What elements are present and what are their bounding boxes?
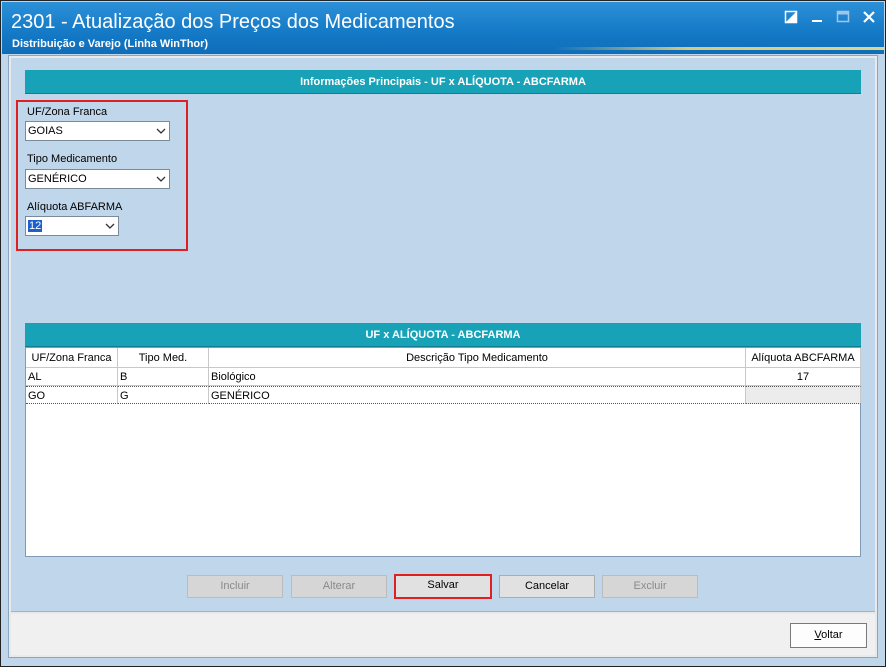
salvar-button[interactable]: Salvar [394,574,492,599]
title-accent-stripe [554,47,884,50]
grid-section-header: UF x ALÍQUOTA - ABCFARMA [25,323,861,347]
cell-uf: AL [26,368,118,386]
info-section-header: Informações Principais - UF x ALÍQUOTA -… [25,70,861,94]
cell-descricao: Biológico [209,368,746,386]
restore-icon[interactable] [784,10,798,24]
minimize-icon[interactable] [810,10,824,24]
cell-tipo: G [118,386,209,404]
title-bar[interactable]: 2301 - Atualização dos Preços dos Medica… [2,2,884,54]
table-row[interactable]: AL B Biológico 17 [26,368,861,386]
col-header-aliquota[interactable]: Alíquota ABCFARMA [746,348,861,368]
window-controls [784,10,876,24]
app-window: 2301 - Atualização dos Preços dos Medica… [0,0,886,667]
maximize-icon[interactable] [836,10,850,24]
window-subtitle: Distribuição e Varejo (Linha WinThor) [12,38,209,50]
cancelar-button[interactable]: Cancelar [499,575,595,598]
excluir-button[interactable]: Excluir [602,575,698,598]
grid-header-row: UF/Zona Franca Tipo Med. Descrição Tipo … [26,348,862,368]
aliquota-grid[interactable]: UF/Zona Franca Tipo Med. Descrição Tipo … [25,347,861,557]
close-icon[interactable] [862,10,876,24]
col-header-descricao[interactable]: Descrição Tipo Medicamento [209,348,746,368]
window-title: 2301 - Atualização dos Preços dos Medica… [11,11,455,33]
alterar-button[interactable]: Alterar [291,575,387,598]
voltar-button[interactable]: Voltar [790,623,867,648]
voltar-label: oltar [821,629,843,641]
main-panel: Informações Principais - UF x ALÍQUOTA -… [11,58,875,612]
client-area: Informações Principais - UF x ALÍQUOTA -… [8,55,878,658]
cell-aliquota [746,386,861,404]
table-row[interactable]: GO G GENÉRICO [26,386,861,404]
highlight-filters-box [16,100,188,251]
footer-bar [11,614,875,655]
incluir-button[interactable]: Incluir [187,575,283,598]
cell-tipo: B [118,368,209,386]
cell-uf: GO [26,386,118,404]
col-header-tipo[interactable]: Tipo Med. [118,348,209,368]
cell-descricao: GENÉRICO [209,386,746,404]
cell-aliquota: 17 [746,368,861,386]
col-header-uf[interactable]: UF/Zona Franca [26,348,118,368]
